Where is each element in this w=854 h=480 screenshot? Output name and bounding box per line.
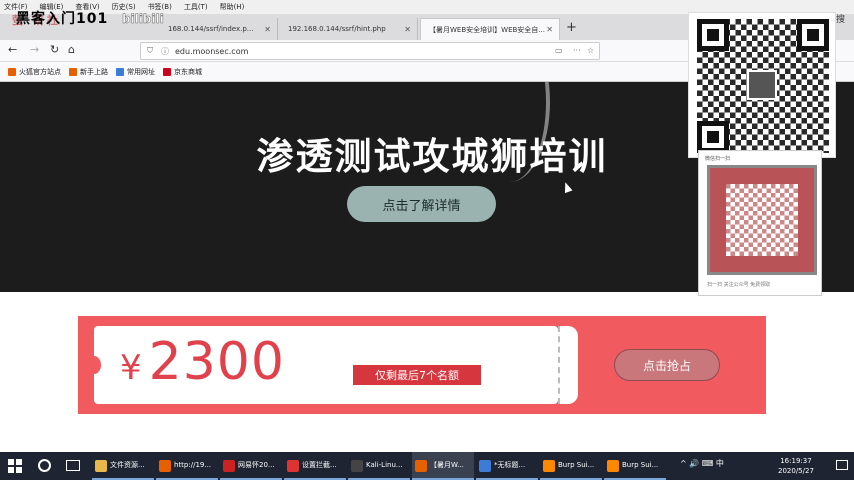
bookmark-label: 火狐官方站点 [19,67,61,76]
jd-icon [163,67,171,76]
taskbar-item-burp-2[interactable]: Burp Sui... [604,452,666,480]
bookmark-label: 京东商城 [174,67,202,76]
notification-icon[interactable] [836,460,848,470]
taskbar-item-burp-1[interactable]: Burp Sui... [540,452,602,480]
menu-bookmarks[interactable]: 书签(B) [148,2,172,12]
url-text: edu.moonsec.com [175,46,249,56]
taskbar-item-intercept[interactable]: 设置拦截... [284,452,346,480]
bookmark-label: 新手上路 [80,67,108,76]
app-icon [287,460,299,472]
price-ticket: ¥2300 仅剩最后7个名额 [87,326,558,404]
forward-button[interactable]: → [30,43,39,56]
folder-icon [95,460,107,472]
taskbar-item-label: 【暑月W... [430,461,464,469]
menu-tools[interactable]: 工具(T) [184,2,208,12]
learn-more-button[interactable]: 点击了解详情 [347,186,496,222]
taskbar-item-label: 设置拦截... [302,461,337,469]
bookmark-common-sites[interactable]: 常用网址 [116,67,155,77]
star-icon[interactable]: ☆ [587,46,594,55]
tab-ssrf-hint[interactable]: 192.168.0.144/ssrf/hint.php ✕ [280,18,418,40]
ticket-notch [87,356,101,374]
price-banner: ¥2300 仅剩最后7个名额 点击抢占 [78,316,766,414]
tab-label: 168.0.144/ssrf/index.p... [168,25,254,33]
reader-icon[interactable]: ▭ [555,46,563,55]
globe-icon [116,67,124,76]
new-tab-button[interactable]: + [566,20,577,35]
taskbar-item-explorer[interactable]: 文件资源... [92,452,154,480]
price-amount: ¥2300 [120,332,285,392]
windows-start-icon[interactable] [8,459,22,473]
qr-finder [697,121,729,153]
taskbar: 文件资源... http://19... 网易怀20... 设置拦截... Ka… [0,452,854,480]
qr-code-pattern [726,184,798,256]
bookmark-jd[interactable]: 京东商城 [163,67,202,77]
url-bar[interactable]: ⛉ ⓘ edu.moonsec.com ▭ ··· ☆ [140,42,600,60]
search-icon[interactable]: 搜 [836,12,845,25]
bookmark-label: 常用网址 [127,67,155,76]
taskbar-item-label: 文件资源... [110,461,145,469]
mouse-cursor-icon [561,180,573,194]
close-icon[interactable]: ✕ [404,25,411,34]
taskbar-item-browser-active[interactable]: 【暑月W... [412,452,474,480]
taskbar-item-firefox[interactable]: http://19... [156,452,218,480]
burp-icon [607,460,619,472]
vm-icon [351,460,363,472]
home-button[interactable]: ⌂ [68,43,75,56]
firefox-icon [69,67,77,76]
remaining-slots-label: 仅剩最后7个名额 [353,365,481,385]
taskbar-item-label: Kali-Linu... [366,461,403,469]
more-icon[interactable]: ··· [573,46,581,55]
taskbar-item-untitled[interactable]: *无标题... [476,452,538,480]
firefox-icon [8,67,16,76]
tab-moonsec[interactable]: 【暑月WEB安全培训】WEB安全自... ✕ [420,18,560,40]
clock[interactable]: 16:19:37 2020/5/27 [778,456,814,476]
grab-seat-button[interactable]: 点击抢占 [614,349,720,381]
close-icon[interactable]: ✕ [546,25,553,34]
search-circle-icon[interactable] [38,459,51,472]
reload-button[interactable]: ↻ [50,43,59,56]
bookmark-getting-started[interactable]: 新手上路 [69,67,108,77]
clock-date: 2020/5/27 [778,467,814,475]
editor-icon [479,460,491,472]
currency-symbol: ¥ [120,348,143,388]
firefox-icon [159,460,171,472]
info-icon[interactable]: ⓘ [161,46,169,57]
menu-history[interactable]: 历史(S) [112,2,136,12]
qr-finder [797,19,829,51]
back-button[interactable]: ← [8,43,17,56]
taskbar-item-label: Burp Sui... [622,461,659,469]
system-tray[interactable]: ^ 🔊 ⌨ 中 [680,458,724,469]
wechat-qr-code [707,165,817,275]
side-panel-note: 扫一扫 关注公众号 免费领取 [707,282,771,288]
tab-ssrf-index[interactable]: 168.0.144/ssrf/index.p... ✕ [160,18,278,40]
burp-icon [543,460,555,472]
ticket-perforation [558,326,578,404]
netease-icon [223,460,235,472]
shield-icon[interactable]: ⛉ [147,46,153,56]
taskbar-item-label: 网易怀20... [238,461,275,469]
qr-finder [697,19,729,51]
taskbar-item-netease[interactable]: 网易怀20... [220,452,282,480]
side-panel-title: 微信扫一扫 [705,156,731,162]
menu-help[interactable]: 帮助(H) [220,2,245,12]
bilibili-watermark: bilibili [122,12,164,27]
task-view-icon[interactable] [66,460,80,471]
taskbar-item-label: http://19... [174,461,212,469]
wechat-side-panel: 微信扫一扫 扫一扫 关注公众号 免费领取 [698,150,822,296]
clock-time: 16:19:37 [780,457,812,465]
firefox-icon [415,460,427,472]
overlay-title: 黑客入门101 [16,11,109,27]
taskbar-item-kali[interactable]: Kali-Linu... [348,452,410,480]
price-value: 2300 [148,332,285,392]
taskbar-item-label: Burp Sui... [558,461,595,469]
qr-logo [747,70,777,100]
tab-label: 【暑月WEB安全培训】WEB安全自... [429,25,545,34]
bookmark-firefox-official[interactable]: 火狐官方站点 [8,67,61,77]
taskbar-item-label: *无标题... [494,461,526,469]
tab-label: 192.168.0.144/ssrf/hint.php [288,25,386,33]
qr-code-overlay [688,12,836,158]
close-icon[interactable]: ✕ [264,25,271,34]
